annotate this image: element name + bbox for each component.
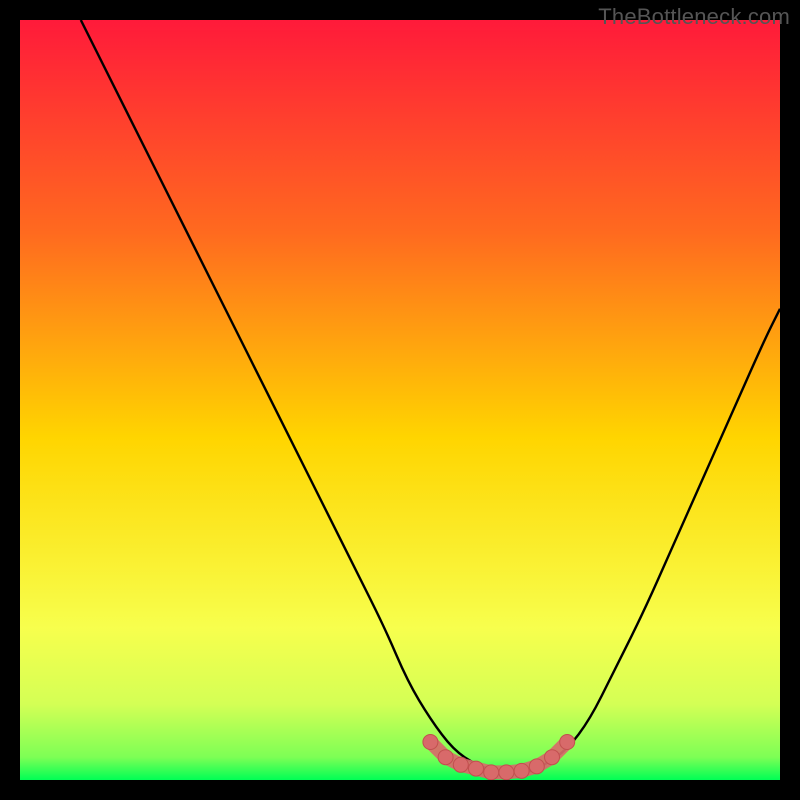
optimal-marker bbox=[514, 763, 529, 778]
optimal-marker bbox=[560, 735, 575, 750]
optimal-marker bbox=[499, 765, 514, 780]
optimal-marker bbox=[423, 735, 438, 750]
chart-frame: TheBottleneck.com bbox=[0, 0, 800, 800]
optimal-marker bbox=[438, 750, 453, 765]
optimal-marker bbox=[484, 765, 499, 780]
watermark-text: TheBottleneck.com bbox=[598, 4, 790, 30]
chart-svg bbox=[20, 20, 780, 780]
optimal-marker bbox=[453, 757, 468, 772]
optimal-marker bbox=[469, 761, 484, 776]
plot-area bbox=[20, 20, 780, 780]
optimal-marker bbox=[529, 759, 544, 774]
optimal-marker bbox=[545, 750, 560, 765]
